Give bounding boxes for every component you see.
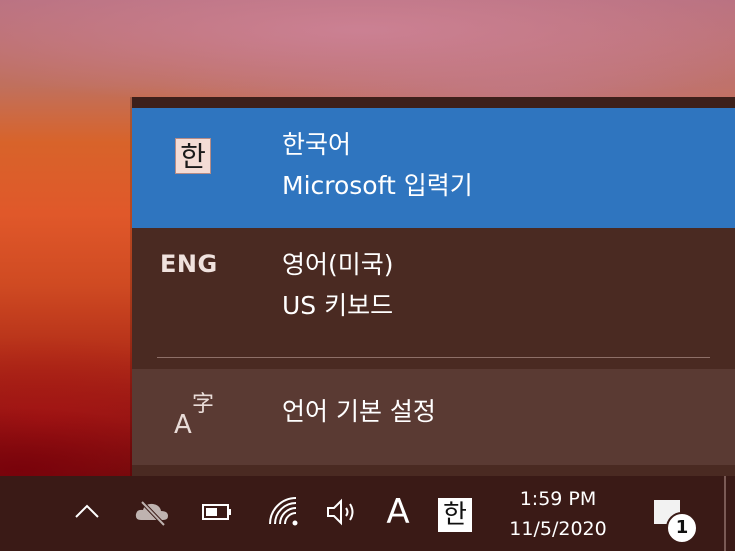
language-name: 영어(미국) <box>282 250 394 279</box>
input-method-name: US 키보드 <box>282 291 394 320</box>
taskbar: A 한 1:59 PM 11/5/2020 1 <box>0 476 735 551</box>
chevron-up-icon[interactable] <box>72 490 102 534</box>
clock-date: 11/5/2020 <box>509 518 607 540</box>
language-item-english[interactable]: ENG 영어(미국) US 키보드 <box>132 228 735 348</box>
volume-icon[interactable] <box>322 490 364 534</box>
korean-indicator-icon: 한 <box>175 138 211 174</box>
clock[interactable]: 1:59 PM 11/5/2020 <box>488 484 628 544</box>
battery-icon[interactable] <box>198 490 236 534</box>
onedrive-offline-icon[interactable] <box>132 490 172 534</box>
language-preferences-link[interactable]: A 字 언어 기본 설정 <box>132 369 735 465</box>
clock-time: 1:59 PM <box>519 488 597 510</box>
input-method-name: Microsoft 입력기 <box>282 171 473 200</box>
language-item-korean[interactable]: 한 한국어 Microsoft 입력기 <box>132 108 735 228</box>
ime-language-indicator[interactable]: 한 <box>438 498 472 532</box>
language-preferences-icon: A 字 <box>174 392 215 440</box>
language-preferences-label: 언어 기본 설정 <box>282 397 436 426</box>
input-method-flyout: 한 한국어 Microsoft 입력기 ENG 영어(미국) US 키보드 A … <box>132 97 735 476</box>
notification-count-badge: 1 <box>666 512 698 544</box>
flyout-top-strip <box>132 97 735 108</box>
language-name: 한국어 <box>282 130 352 159</box>
flyout-divider <box>157 357 710 358</box>
action-center-button[interactable]: 1 <box>648 492 702 544</box>
wifi-icon[interactable] <box>264 490 302 534</box>
ime-mode-indicator[interactable]: A <box>380 490 416 534</box>
show-desktop-button[interactable] <box>724 476 726 551</box>
english-indicator-icon: ENG <box>160 250 218 278</box>
